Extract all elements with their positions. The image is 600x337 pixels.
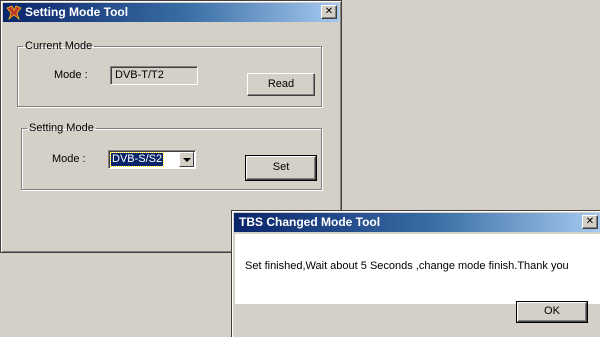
tbs-changed-mode-dialog: TBS Changed Mode Tool ✕ Set finished,Wai… xyxy=(231,210,600,337)
dialog-message: Set finished,Wait about 5 Seconds ,chang… xyxy=(245,260,569,272)
mode-select[interactable]: DVB-S/S2 xyxy=(108,150,196,169)
setting-mode-legend: Setting Mode xyxy=(29,122,94,134)
read-button[interactable]: Read xyxy=(247,73,315,96)
main-close-button[interactable]: ✕ xyxy=(321,5,337,19)
dialog-titlebar[interactable]: TBS Changed Mode Tool ✕ xyxy=(234,213,600,232)
app-logo-icon xyxy=(6,5,22,20)
chevron-down-icon[interactable] xyxy=(179,152,194,167)
main-titlebar[interactable]: Setting Mode Tool ✕ xyxy=(3,3,339,22)
dialog-close-button[interactable]: ✕ xyxy=(582,215,598,229)
dialog-title: TBS Changed Mode Tool xyxy=(239,215,381,229)
setting-mode-label: Mode : xyxy=(52,153,86,165)
current-mode-legend: Current Mode xyxy=(25,40,93,52)
set-button[interactable]: Set xyxy=(245,155,317,181)
main-window-title: Setting Mode Tool xyxy=(25,5,129,19)
ok-button[interactable]: OK xyxy=(516,301,588,323)
current-mode-value: DVB-T/T2 xyxy=(110,66,198,85)
dialog-message-area: Set finished,Wait about 5 Seconds ,chang… xyxy=(235,234,600,304)
current-mode-label: Mode : xyxy=(54,69,88,81)
mode-select-value: DVB-S/S2 xyxy=(109,152,165,167)
